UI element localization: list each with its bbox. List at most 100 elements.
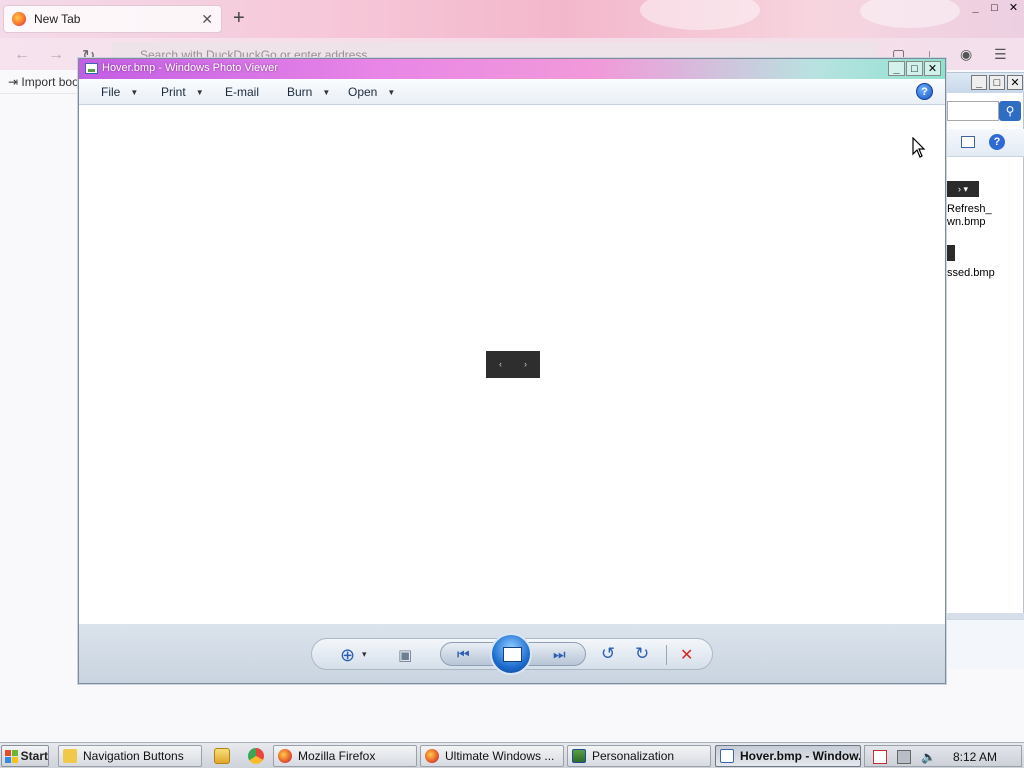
background-cloud [860, 0, 960, 28]
image-canvas: ‹ › [81, 106, 943, 624]
minimize-button[interactable]: _ [971, 75, 987, 90]
background-cloud [640, 0, 760, 30]
firefox-icon [278, 749, 292, 763]
close-button[interactable]: ✕ [1005, 2, 1022, 16]
chevron-down-icon: ▼ [195, 88, 204, 98]
network-icon[interactable] [897, 750, 911, 764]
taskbar-item-label: Mozilla Firefox [298, 749, 376, 763]
slideshow-button[interactable] [490, 633, 532, 675]
back-arrow-icon[interactable]: ← [14, 46, 30, 64]
taskbar-item-ultimate-windows[interactable]: Ultimate Windows ... [420, 745, 564, 767]
firefox-titlebar: New Tab ✕ + _ □ ✕ [0, 0, 1024, 38]
windows-logo-icon [5, 749, 18, 763]
chevron-down-icon: ▼ [130, 88, 139, 98]
menu-open[interactable]: Open ▼ [348, 85, 395, 99]
explorer-titlebar: _ □ ✕ [941, 73, 1024, 93]
minimize-button[interactable]: _ [888, 61, 905, 76]
preview-pane-icon[interactable] [961, 136, 975, 148]
tab-new-tab[interactable]: New Tab ✕ [3, 5, 222, 33]
firefox-icon [425, 749, 439, 763]
search-input[interactable] [947, 101, 999, 121]
zoom-icon[interactable]: ⊕ [340, 645, 355, 666]
image-right-arrow-icon: › [524, 359, 527, 369]
explorer-window-controls: _ □ ✕ [971, 75, 1023, 90]
actual-size-icon[interactable]: ▣ [398, 646, 412, 664]
image-left-arrow-icon: ‹ [499, 359, 502, 369]
rotate-counterclockwise-icon[interactable]: ↺ [601, 644, 615, 664]
taskbar-item-label: Navigation Buttons [83, 749, 184, 763]
taskbar-item-photo-viewer[interactable]: Hover.bmp - Window... [715, 745, 861, 767]
taskbar-item-label: Personalization [592, 749, 675, 763]
photo-viewer-icon [720, 749, 734, 763]
folder-icon [63, 749, 77, 763]
search-icon[interactable]: ⚲ [999, 101, 1021, 121]
window-title: Hover.bmp - Windows Photo Viewer [102, 62, 278, 74]
ublock-icon[interactable]: ◉ [960, 46, 972, 63]
file-name-line[interactable]: Refresh_ [947, 203, 992, 216]
maximize-button[interactable]: □ [986, 2, 1003, 16]
chrome-icon[interactable] [248, 748, 264, 764]
personalization-icon [572, 749, 586, 763]
photo-viewer-controls-bar: ⊕ ▾ ▣ ⏮ ⏭ ↺ ↻ ✕ [79, 624, 945, 683]
taskbar-item-mozilla-firefox[interactable]: Mozilla Firefox [273, 745, 417, 767]
import-bookmarks-link[interactable]: ⇥ Import boo [8, 75, 79, 89]
security-alert-icon[interactable] [873, 750, 887, 764]
tab-title: New Tab [34, 12, 81, 26]
start-button[interactable]: Start [1, 745, 49, 767]
clock[interactable]: 8:12 AM [953, 750, 997, 764]
photo-viewer-menubar: File ▼ Print ▼ E-mail Burn ▼ Open ▼ ? [79, 79, 945, 105]
close-button[interactable]: ✕ [924, 61, 941, 76]
help-icon[interactable]: ? [916, 83, 933, 100]
menu-email-label: E-mail [225, 85, 260, 99]
minimize-button[interactable]: _ [967, 2, 984, 16]
taskbar-item-label: Hover.bmp - Window... [740, 749, 861, 763]
menu-open-label: Open [348, 85, 378, 99]
menu-file[interactable]: File ▼ [101, 85, 138, 99]
displayed-image: ‹ › [486, 351, 540, 378]
photo-viewer-app-icon [85, 63, 98, 74]
controls-divider [666, 645, 667, 665]
explorer-window: _ □ ✕ ⚲ ? › ▾ Refresh_ wn.bmp ssed.bmp [940, 72, 1024, 669]
maximize-button[interactable]: □ [989, 75, 1005, 90]
taskbar-item-personalization[interactable]: Personalization [567, 745, 711, 767]
delete-icon[interactable]: ✕ [680, 645, 693, 665]
explorer-details-pane [941, 619, 1024, 669]
photo-viewer-titlebar[interactable]: Hover.bmp - Windows Photo Viewer _ □ ✕ [79, 59, 945, 79]
firefox-icon [12, 12, 26, 26]
system-tray: 🔈 8:12 AM [864, 745, 1022, 767]
photo-viewer-window: Hover.bmp - Windows Photo Viewer _ □ ✕ F… [78, 58, 946, 684]
tooltip-fragment [947, 245, 955, 261]
rotate-clockwise-icon[interactable]: ↻ [635, 644, 649, 664]
menu-email[interactable]: E-mail [225, 85, 259, 99]
chevron-down-icon: ▼ [322, 88, 331, 98]
previous-icon[interactable]: ⏮ [457, 646, 470, 663]
menu-burn[interactable]: Burn ▼ [287, 85, 330, 99]
chevron-down-icon: ▼ [387, 88, 396, 98]
menu-print[interactable]: Print ▼ [161, 85, 204, 99]
taskbar: Start Navigation Buttons Mozilla Firefox… [0, 742, 1024, 768]
menu-icon[interactable]: ☰ [994, 46, 1007, 63]
new-tab-button[interactable]: + [233, 8, 245, 28]
menu-burn-label: Burn [287, 85, 313, 99]
firefox-window-controls: _ □ ✕ [967, 2, 1022, 16]
close-button[interactable]: ✕ [1007, 75, 1023, 90]
maximize-button[interactable]: □ [906, 61, 923, 76]
help-icon[interactable]: ? [989, 134, 1005, 150]
start-label: Start [20, 749, 48, 763]
import-bookmarks-label: Import boo [21, 75, 79, 89]
photo-viewer-window-controls: _ □ ✕ [888, 61, 941, 76]
file-name-line[interactable]: wn.bmp [947, 216, 986, 229]
file-name-line[interactable]: ssed.bmp [947, 267, 995, 280]
volume-icon[interactable]: 🔈 [921, 750, 936, 764]
next-icon[interactable]: ⏭ [553, 646, 566, 663]
media-player-icon[interactable] [214, 748, 230, 764]
taskbar-item-navigation-buttons[interactable]: Navigation Buttons [58, 745, 202, 767]
tooltip-arrows: › ▾ [947, 181, 979, 197]
explorer-toolbar: ? [941, 129, 1024, 157]
forward-arrow-icon[interactable]: → [48, 46, 64, 64]
menu-file-label: File [101, 85, 121, 99]
menu-print-label: Print [161, 85, 186, 99]
controls-pill: ⊕ ▾ ▣ ⏮ ⏭ ↺ ↻ ✕ [311, 633, 713, 675]
zoom-dropdown-icon[interactable]: ▾ [362, 649, 367, 660]
tab-close-icon[interactable]: ✕ [201, 11, 213, 28]
